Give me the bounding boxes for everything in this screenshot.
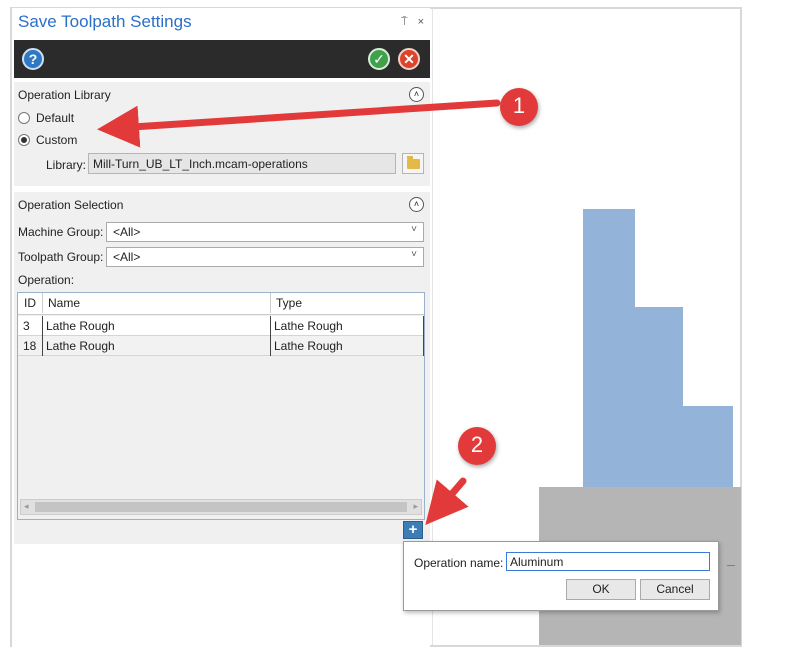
radio-circle[interactable] — [18, 134, 30, 146]
scrollbar-thumb[interactable] — [35, 502, 407, 512]
operation-name-label: Operation name: — [414, 556, 504, 570]
radio-default[interactable]: Default — [18, 111, 74, 125]
cell-divider — [423, 316, 424, 336]
radio-circle[interactable] — [18, 112, 30, 124]
operation-name-popup: Operation name: Aluminum OK Cancel — [403, 541, 719, 611]
column-divider — [42, 293, 43, 313]
horizontal-scrollbar[interactable]: ◂ ▸ — [20, 499, 422, 515]
row-id: 3 — [23, 319, 30, 333]
radio-custom[interactable]: Custom — [18, 133, 77, 147]
folder-icon — [407, 156, 420, 169]
ok-button[interactable]: OK — [566, 579, 636, 600]
operation-library-header: Operation Library — [18, 88, 111, 102]
column-header-name[interactable]: Name — [46, 293, 82, 313]
operations-table: ID Name Type 3 Lathe Rough Lathe Rough 1… — [17, 292, 425, 520]
pin-icon[interactable]: ⍑ — [401, 16, 408, 29]
cell-divider — [270, 336, 271, 356]
close-icon[interactable]: × — [418, 16, 424, 29]
title-controls: ⍑ × — [401, 16, 424, 29]
column-header-id[interactable]: ID — [22, 293, 38, 313]
operation-label: Operation: — [18, 273, 75, 287]
operation-name-input[interactable]: Aluminum — [506, 552, 710, 571]
row-name: Lathe Rough — [46, 339, 115, 353]
library-label: Library: — [46, 158, 87, 172]
cancel-icon[interactable]: ✕ — [398, 48, 420, 70]
radio-default-label: Default — [36, 111, 75, 125]
operation-selection-header: Operation Selection — [18, 198, 124, 212]
row-type: Lathe Rough — [274, 339, 343, 353]
chevron-down-icon: ˅ — [411, 249, 417, 260]
collapse-icon[interactable]: ˄ — [409, 197, 424, 212]
cell-divider — [270, 316, 271, 336]
column-divider — [270, 293, 271, 313]
table-row[interactable]: 18 Lathe Rough Lathe Rough — [18, 336, 424, 356]
machine-group-value: <All> — [113, 225, 141, 239]
machine-group-label: Machine Group: — [18, 225, 104, 239]
cell-divider — [42, 336, 43, 356]
cancel-button[interactable]: Cancel — [640, 579, 710, 600]
cell-divider — [423, 336, 424, 356]
callout-1: 1 — [500, 88, 538, 126]
row-type: Lathe Rough — [274, 319, 343, 333]
toolpath-group-label: Toolpath Group: — [18, 250, 104, 264]
toolpath-group-select[interactable]: <All> ˅ — [106, 247, 424, 267]
add-operation-button[interactable]: + — [403, 521, 423, 539]
toolpath-group-value: <All> — [113, 250, 141, 264]
scroll-right-icon[interactable]: ▸ — [413, 501, 418, 512]
operation-selection-section: Operation Selection ˄ Machine Group: <Al… — [14, 192, 430, 544]
radio-custom-label: Custom — [36, 133, 78, 147]
row-id: 18 — [23, 339, 37, 353]
save-toolpath-settings-panel: Save Toolpath Settings ⍑ × ? ✓ ✕ Operati… — [12, 8, 430, 648]
scroll-left-icon[interactable]: ◂ — [24, 501, 29, 512]
library-field: Mill-Turn_UB_LT_Inch.mcam-operations — [88, 153, 396, 174]
row-name: Lathe Rough — [46, 319, 115, 333]
cell-divider — [42, 316, 43, 336]
toolbar: ? ✓ ✕ — [14, 40, 430, 78]
table-header: ID Name Type — [18, 293, 424, 315]
part-profile — [683, 406, 733, 499]
collapse-icon[interactable]: ˄ — [409, 87, 424, 102]
dialog-title: Save Toolpath Settings — [18, 12, 192, 31]
axis-indicator — [727, 565, 735, 566]
part-profile — [635, 307, 683, 499]
chevron-down-icon: ˅ — [411, 224, 417, 235]
operation-library-section: Operation Library ˄ Default Custom Libra… — [14, 82, 430, 186]
machine-group-select[interactable]: <All> ˅ — [106, 222, 424, 242]
callout-2: 2 — [458, 427, 496, 465]
browse-folder-button[interactable] — [402, 153, 424, 174]
help-icon[interactable]: ? — [22, 48, 44, 70]
part-profile — [583, 209, 635, 499]
table-row[interactable]: 3 Lathe Rough Lathe Rough — [18, 316, 424, 336]
ok-icon[interactable]: ✓ — [368, 48, 390, 70]
column-header-type[interactable]: Type — [274, 293, 304, 313]
